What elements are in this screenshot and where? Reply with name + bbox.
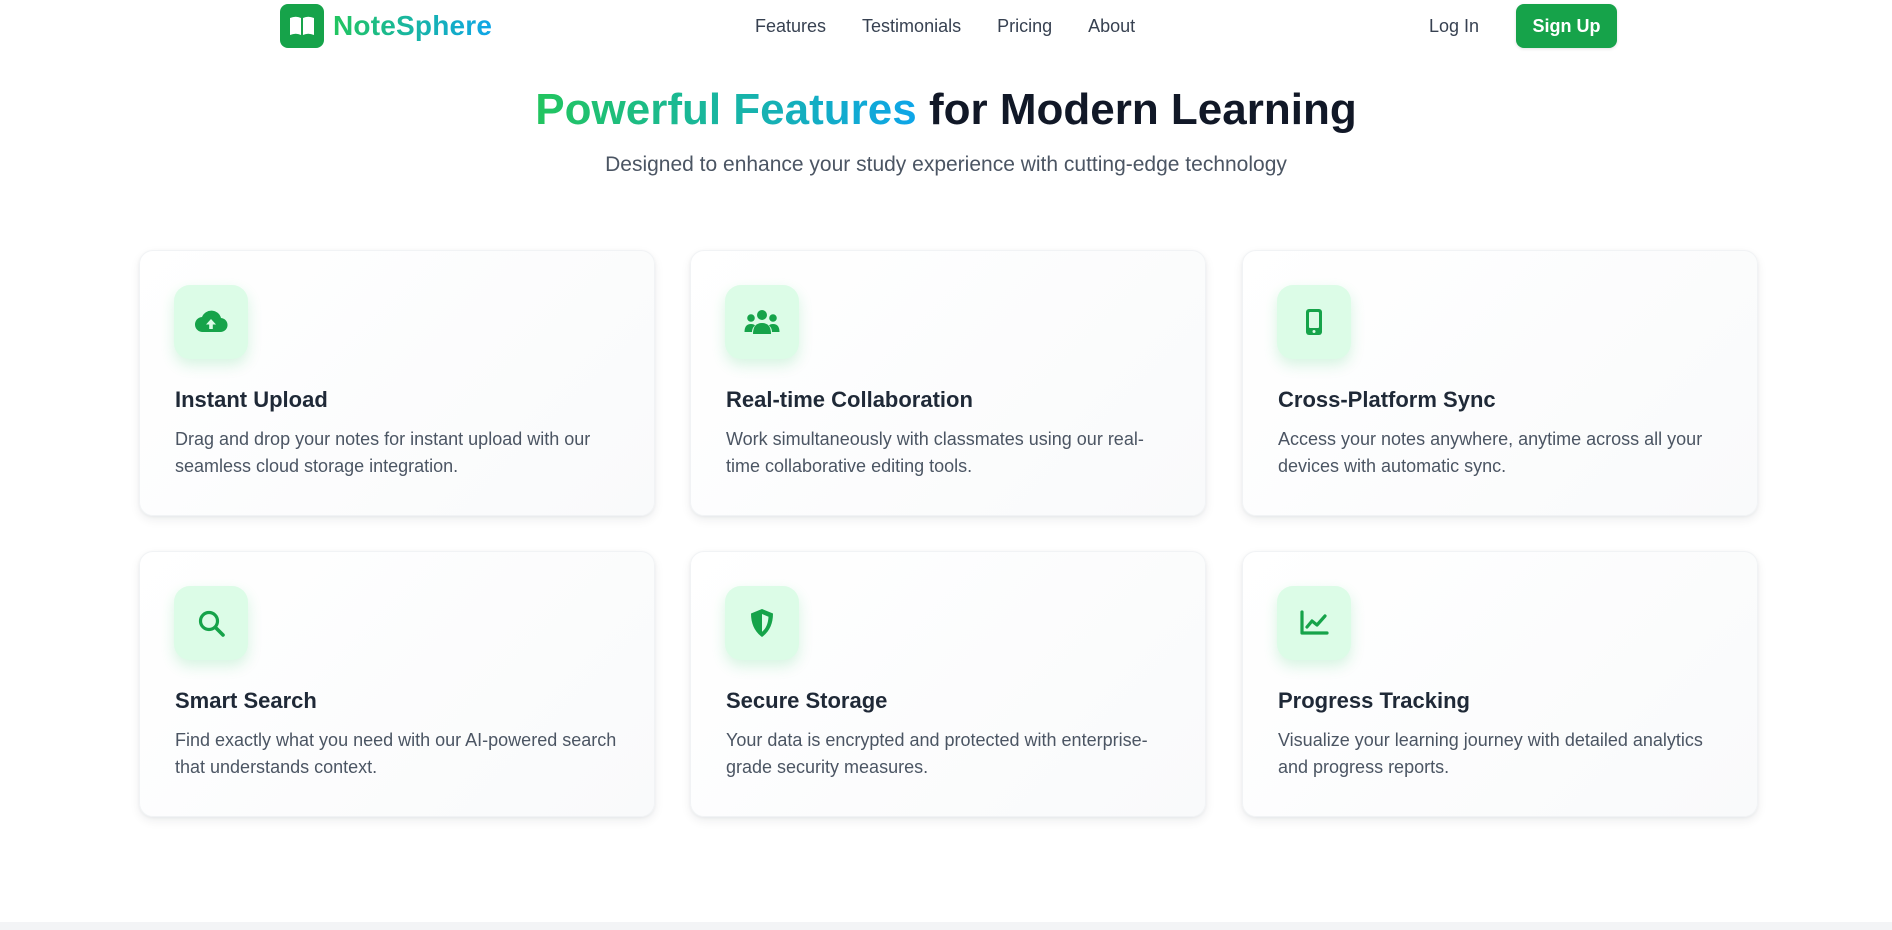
search-icon — [174, 586, 248, 660]
section-subtitle: Designed to enhance your study experienc… — [605, 153, 1287, 176]
users-icon — [725, 285, 799, 359]
feature-description: Find exactly what you need with our AI-p… — [175, 730, 617, 777]
feature-card-progress-tracking: Progress Tracking Visualize your learnin… — [1242, 551, 1758, 817]
feature-description: Drag and drop your notes for instant upl… — [175, 429, 591, 476]
section-title: Powerful Features for Modern Learning — [0, 82, 1892, 138]
cloud-upload-icon — [174, 285, 248, 359]
footer-edge — [0, 922, 1892, 930]
chart-line-icon — [1277, 586, 1351, 660]
feature-title: Instant Upload — [175, 387, 328, 412]
login-link[interactable]: Log In — [1429, 13, 1479, 39]
nav-link-about[interactable]: About — [1088, 13, 1135, 39]
nav-link-pricing[interactable]: Pricing — [997, 13, 1052, 39]
section-title-rest: for Modern Learning — [916, 85, 1357, 134]
nav-link-features[interactable]: Features — [755, 13, 826, 39]
feature-title: Cross-Platform Sync — [1278, 387, 1496, 412]
feature-title: Smart Search — [175, 688, 317, 713]
feature-card-smart-search: Smart Search Find exactly what you need … — [139, 551, 655, 817]
feature-description: Your data is encrypted and protected wit… — [726, 730, 1148, 777]
feature-title: Real-time Collaboration — [726, 387, 973, 412]
shield-icon — [725, 586, 799, 660]
feature-description: Access your notes anywhere, anytime acro… — [1278, 429, 1703, 476]
nav-link-testimonials[interactable]: Testimonials — [862, 13, 961, 39]
section-title-highlight: Powerful Features — [535, 85, 917, 134]
feature-title: Progress Tracking — [1278, 688, 1470, 713]
feature-title: Secure Storage — [726, 688, 888, 713]
feature-card-collaboration: Real-time Collaboration Work simultaneou… — [690, 250, 1206, 516]
feature-card-instant-upload: Instant Upload Drag and drop your notes … — [139, 250, 655, 516]
signup-button[interactable]: Sign Up — [1516, 4, 1617, 48]
feature-description: Visualize your learning journey with det… — [1278, 730, 1703, 777]
navbar: NoteSphere Features Testimonials Pricing… — [0, 0, 1892, 52]
book-open-icon — [280, 4, 324, 48]
brand-name: NoteSphere — [333, 10, 493, 41]
brand-logo-link[interactable]: NoteSphere — [280, 4, 492, 48]
feature-card-sync: Cross-Platform Sync Access your notes an… — [1242, 250, 1758, 516]
feature-card-secure-storage: Secure Storage Your data is encrypted an… — [690, 551, 1206, 817]
feature-description: Work simultaneously with classmates usin… — [726, 429, 1144, 476]
tablet-icon — [1277, 285, 1351, 359]
nav-links: Features Testimonials Pricing About — [755, 13, 1135, 39]
